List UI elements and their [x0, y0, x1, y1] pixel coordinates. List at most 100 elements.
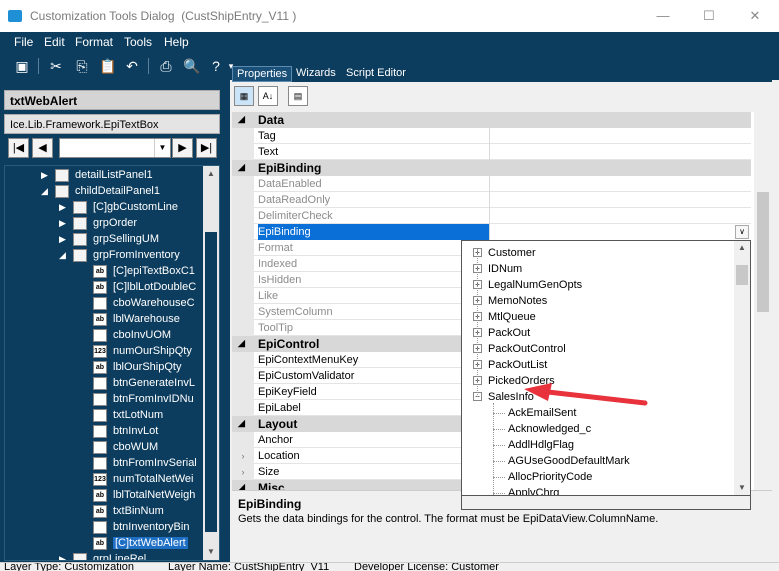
- help-icon[interactable]: ?: [206, 56, 226, 76]
- copy-icon[interactable]: ⎘: [72, 56, 92, 76]
- chevron-down-icon[interactable]: ▼: [154, 139, 170, 157]
- tree-item[interactable]: 123 numOurShipQty: [5, 344, 205, 360]
- tree-item[interactable]: cboWarehouseC: [5, 296, 205, 312]
- control-select[interactable]: ▼: [59, 138, 171, 158]
- tree-item[interactable]: ▶ detailListPanel1: [5, 168, 205, 184]
- minimize-button[interactable]: —: [640, 4, 686, 28]
- tree-item[interactable]: btnGenerateInvL: [5, 376, 205, 392]
- scroll-thumb[interactable]: [736, 265, 748, 285]
- menu-help[interactable]: Help: [164, 35, 189, 49]
- binding-view-item[interactable]: + Customer: [462, 245, 732, 261]
- tree-item[interactable]: ab lblWarehouse: [5, 312, 205, 328]
- chevron-down-icon[interactable]: ∨: [735, 225, 749, 239]
- tree-item[interactable]: ab lblTotalNetWeigh: [5, 488, 205, 504]
- cut-icon[interactable]: ✂: [46, 56, 66, 76]
- previous-record-button[interactable]: ◀: [32, 138, 53, 158]
- collapse-icon[interactable]: ◢: [238, 418, 245, 429]
- menu-file[interactable]: File: [14, 35, 33, 49]
- binding-view-item[interactable]: + PackOut: [462, 325, 732, 341]
- tree-scrollbar[interactable]: ▲ ▼: [203, 166, 219, 560]
- tree-item[interactable]: ▶ grpLineRel: [5, 552, 205, 560]
- binding-view-item[interactable]: + MemoNotes: [462, 293, 732, 309]
- tree-item[interactable]: ab txtBinNum: [5, 504, 205, 520]
- binding-column-item[interactable]: AddlHdlgFlag: [462, 437, 732, 453]
- scroll-down-icon[interactable]: ▼: [734, 481, 750, 495]
- expand-icon[interactable]: ▶: [59, 234, 67, 245]
- scroll-up-icon[interactable]: ▲: [203, 166, 219, 182]
- collapse-icon[interactable]: ◢: [41, 186, 49, 197]
- binding-column-item[interactable]: AllocPriorityCode: [462, 469, 732, 485]
- property-row[interactable]: EpiBinding ∨: [232, 224, 751, 240]
- tree-item[interactable]: btnInvLot: [5, 424, 205, 440]
- print-icon[interactable]: ⎙: [156, 56, 176, 76]
- binding-view-item[interactable]: + PackOutList: [462, 357, 732, 373]
- maximize-button[interactable]: ☐: [686, 4, 732, 28]
- tree-item[interactable]: btnFromInvIDNu: [5, 392, 205, 408]
- tree-item[interactable]: ab [C]txtWebAlert: [5, 536, 205, 552]
- undo-icon[interactable]: ↶: [122, 56, 142, 76]
- menu-tools[interactable]: Tools: [124, 35, 152, 49]
- scroll-up-icon[interactable]: ▲: [734, 241, 750, 255]
- tree-item[interactable]: ◢ childDetailPanel1: [5, 184, 205, 200]
- property-row[interactable]: Tag: [232, 128, 751, 144]
- property-value-editor[interactable]: ∨: [490, 224, 751, 240]
- property-category[interactable]: ◢ Data: [232, 112, 751, 128]
- property-grid-scrollbar[interactable]: [754, 112, 772, 490]
- scroll-thumb[interactable]: [757, 192, 769, 312]
- tree-item[interactable]: btnInventoryBin: [5, 520, 205, 536]
- last-record-button[interactable]: ▶|: [196, 138, 217, 158]
- tree-item[interactable]: ▶ grpOrder: [5, 216, 205, 232]
- categorized-icon[interactable]: ▦: [234, 86, 254, 106]
- property-row[interactable]: DelimiterCheck: [232, 208, 751, 224]
- menu-format[interactable]: Format: [75, 35, 113, 49]
- binding-view-item[interactable]: + MtlQueue: [462, 309, 732, 325]
- paste-icon[interactable]: 📋: [98, 56, 118, 76]
- binding-view-item[interactable]: + PackOutControl: [462, 341, 732, 357]
- print-preview-icon[interactable]: 🔍: [182, 56, 202, 76]
- menu-edit[interactable]: Edit: [44, 35, 65, 49]
- binding-column-item[interactable]: AGUseGoodDefaultMark: [462, 453, 732, 469]
- binding-view-item[interactable]: + IDNum: [462, 261, 732, 277]
- collapse-icon[interactable]: ◢: [59, 250, 67, 261]
- binding-column-item[interactable]: ApplyChrg: [462, 485, 732, 495]
- tree-item[interactable]: 123 numTotalNetWei: [5, 472, 205, 488]
- tab-properties[interactable]: Properties: [232, 66, 293, 82]
- scroll-down-icon[interactable]: ▼: [203, 544, 219, 560]
- tree-item[interactable]: ▶ grpSellingUM: [5, 232, 205, 248]
- tab-wizards[interactable]: Wizards: [292, 66, 340, 82]
- property-row[interactable]: DataReadOnly: [232, 192, 751, 208]
- tree-item[interactable]: ab [C]lblLotDoubleC: [5, 280, 205, 296]
- collapse-icon[interactable]: ◢: [238, 114, 245, 125]
- tree-item[interactable]: ab [C]epiTextBoxC1: [5, 264, 205, 280]
- save-icon[interactable]: ▣: [12, 56, 32, 76]
- property-row[interactable]: Text: [232, 144, 751, 160]
- property-pages-icon[interactable]: ▤: [288, 86, 308, 106]
- expand-icon[interactable]: ›: [232, 464, 254, 480]
- collapse-icon[interactable]: ◢: [238, 162, 245, 173]
- tree-item[interactable]: txtLotNum: [5, 408, 205, 424]
- tree-item[interactable]: cboInvUOM: [5, 328, 205, 344]
- tree-item[interactable]: cboWUM: [5, 440, 205, 456]
- expand-icon[interactable]: ▶: [59, 202, 67, 213]
- expand-icon[interactable]: ▶: [59, 218, 67, 229]
- binding-view-item[interactable]: + LegalNumGenOpts: [462, 277, 732, 293]
- collapse-icon[interactable]: ◢: [238, 482, 245, 490]
- expand-icon[interactable]: ▶: [59, 554, 67, 560]
- tree-item[interactable]: ◢ grpFromInventory: [5, 248, 205, 264]
- expand-icon[interactable]: ▶: [41, 170, 49, 181]
- collapse-icon[interactable]: ◢: [238, 338, 245, 349]
- tree-item[interactable]: ab lblOurShipQty: [5, 360, 205, 376]
- close-button[interactable]: ✕: [732, 4, 778, 28]
- tree-item[interactable]: btnFromInvSerial: [5, 456, 205, 472]
- tree-item[interactable]: ▶ [C]gbCustomLine: [5, 200, 205, 216]
- alphabetical-icon[interactable]: A↓: [258, 86, 278, 106]
- scroll-thumb[interactable]: [205, 232, 217, 532]
- property-row[interactable]: DataEnabled: [232, 176, 751, 192]
- binding-column-item[interactable]: Acknowledged_c: [462, 421, 732, 437]
- dropdown-resize-grip[interactable]: [461, 496, 751, 510]
- first-record-button[interactable]: |◀: [8, 138, 29, 158]
- tab-script-editor[interactable]: Script Editor: [342, 66, 410, 82]
- expand-icon[interactable]: ›: [232, 448, 254, 464]
- dropdown-scrollbar[interactable]: ▲ ▼: [734, 241, 750, 495]
- next-record-button[interactable]: ▶: [172, 138, 193, 158]
